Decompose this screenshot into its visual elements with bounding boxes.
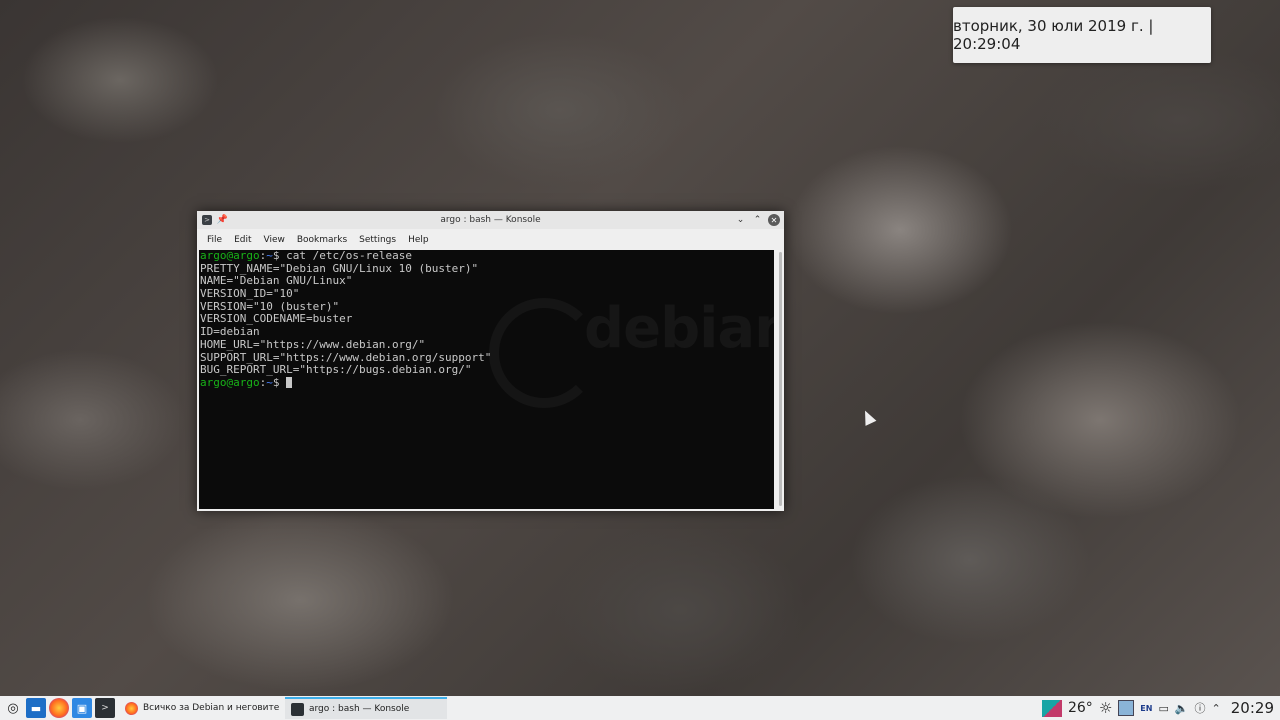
network-icon[interactable]: ▭ xyxy=(1158,702,1168,715)
mouse-pointer-icon xyxy=(859,408,877,426)
output-line: BUG_REPORT_URL="https://bugs.debian.org/… xyxy=(200,363,472,377)
output-line: VERSION_ID="10" xyxy=(200,287,300,301)
output-line: VERSION_CODENAME=buster xyxy=(200,312,353,326)
menu-view[interactable]: View xyxy=(258,235,291,245)
konsole-window[interactable]: > 📌 argo : bash — Konsole ⌄ ⌃ ✕ File Edi… xyxy=(197,211,784,511)
prompt-sign: $ xyxy=(272,375,280,389)
maximize-button[interactable]: ⌃ xyxy=(751,214,764,227)
close-button[interactable]: ✕ xyxy=(768,214,780,226)
terminal-prompt-line: argo@argo:~$ xyxy=(200,375,774,390)
prompt-user: argo@argo xyxy=(200,375,260,389)
menu-edit[interactable]: Edit xyxy=(228,235,257,245)
task-firefox[interactable]: Всичко за Debian и неговите вну... xyxy=(119,697,281,719)
volume-icon[interactable]: 🔈 xyxy=(1175,702,1189,715)
window-title: argo : bash — Konsole xyxy=(440,215,541,225)
command-text: cat /etc/os-release xyxy=(279,250,412,262)
menu-bar: File Edit View Bookmarks Settings Help xyxy=(197,229,784,250)
firefox-icon xyxy=(125,701,138,715)
prompt-path: ~ xyxy=(266,375,273,389)
virtual-desktop-pager[interactable] xyxy=(1041,699,1062,717)
date-time-widget: вторник, 30 юли 2019 г. | 20:29:04 xyxy=(953,7,1211,63)
terminal-scrollbar[interactable] xyxy=(777,250,784,509)
window-titlebar[interactable]: > 📌 argo : bash — Konsole ⌄ ⌃ ✕ xyxy=(197,211,784,229)
konsole-icon xyxy=(291,702,304,716)
konsole-launcher-icon[interactable]: > xyxy=(95,698,115,718)
menu-bookmarks[interactable]: Bookmarks xyxy=(291,235,353,245)
menu-help[interactable]: Help xyxy=(402,235,435,245)
pin-icon[interactable]: 📌 xyxy=(216,214,229,227)
output-line: HOME_URL="https://www.debian.org/" xyxy=(200,337,426,351)
terminal-area[interactable]: debian argo@argo:~$ cat /etc/os-release … xyxy=(199,250,774,509)
prompt-user: argo@argo xyxy=(200,250,260,262)
notifications-icon[interactable]: ⓘ xyxy=(1195,700,1206,716)
scrollbar-thumb[interactable] xyxy=(779,252,782,506)
clipboard-icon[interactable] xyxy=(1118,700,1135,716)
taskbar: ◎ ▬ ▣ > Всичко за Debian и неговите вну.… xyxy=(0,696,1280,720)
task-label: argo : bash — Konsole xyxy=(309,704,410,714)
firefox-launcher-icon[interactable] xyxy=(49,698,69,718)
terminal-command-line: argo@argo:~$ cat /etc/os-release xyxy=(200,250,774,263)
taskbar-clock[interactable]: 20:29 xyxy=(1231,699,1274,717)
tray-expand-icon[interactable]: ⌃ xyxy=(1212,702,1221,715)
files-launcher-icon[interactable]: ▣ xyxy=(72,698,92,718)
output-line: ID=debian xyxy=(200,325,260,339)
system-tray: 26° ☼ EN ▭ 🔈 ⓘ ⌃ 20:29 xyxy=(1041,699,1280,717)
minimize-button[interactable]: ⌄ xyxy=(734,214,747,227)
konsole-app-icon[interactable]: > xyxy=(202,215,212,225)
task-konsole[interactable]: argo : bash — Konsole xyxy=(285,697,447,719)
application-launcher-icon[interactable]: ◎ xyxy=(3,698,23,718)
text-cursor xyxy=(286,376,293,388)
file-manager-icon[interactable]: ▬ xyxy=(26,698,46,718)
keyboard-layout[interactable]: EN xyxy=(1140,704,1152,713)
prompt-path: ~ xyxy=(266,250,273,262)
menu-settings[interactable]: Settings xyxy=(353,235,402,245)
weather-temperature[interactable]: 26° xyxy=(1068,700,1093,716)
weather-sun-icon[interactable]: ☼ xyxy=(1099,699,1112,717)
task-label: Всичко за Debian и неговите вну... xyxy=(143,703,281,713)
date-time-text: вторник, 30 юли 2019 г. | 20:29:04 xyxy=(953,17,1154,53)
menu-file[interactable]: File xyxy=(201,235,228,245)
